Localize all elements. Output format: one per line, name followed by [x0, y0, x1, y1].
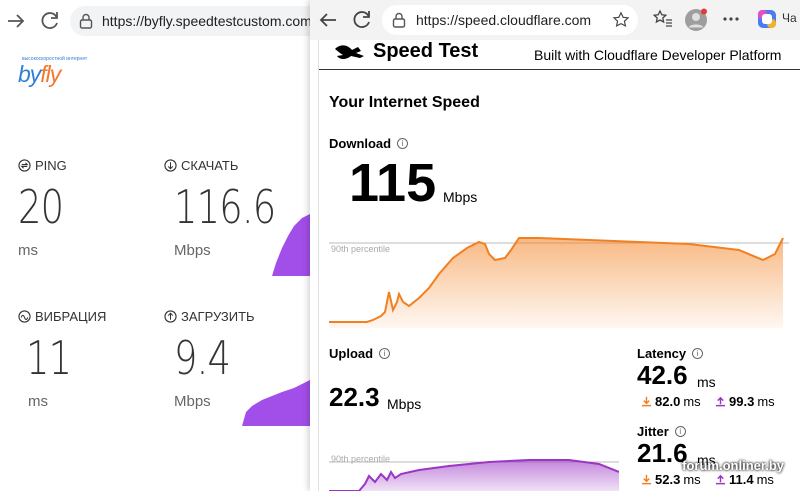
upload-mini-chart [242, 380, 310, 426]
copilot-icon[interactable] [756, 8, 778, 30]
left-address-bar[interactable]: https://byfly.speedtestcustom.com/ [70, 6, 310, 36]
latency-down-value: 82.0 [655, 394, 681, 409]
info-icon[interactable]: i [397, 138, 409, 149]
jitter-label-text: Jitter [637, 424, 669, 439]
download-label-text: Download [329, 136, 392, 151]
page-header: Speed Test Built with Cloudflare Develop… [319, 40, 800, 70]
favorites-icon[interactable] [652, 8, 674, 30]
jitter-label: Jitter i [637, 424, 686, 439]
forward-icon[interactable] [4, 9, 28, 33]
jitter-down-stat: 52.3 ms [641, 472, 701, 487]
download-unit: Mbps [174, 242, 211, 259]
jitter-label: ВИБРАЦИЯ [35, 309, 107, 324]
jitter-up-unit: ms [756, 472, 774, 487]
download-arrow-icon [641, 396, 652, 407]
reload-icon[interactable] [350, 8, 374, 32]
download-percentile-label: 90th percentile [331, 244, 390, 254]
site-info-icon[interactable] [79, 13, 93, 29]
jitter-unit: ms [28, 393, 48, 410]
jitter-up-value: 11.4 [729, 472, 754, 487]
jitter-down-unit: ms [683, 472, 701, 487]
section-title: Your Internet Speed [329, 94, 480, 111]
brand-subtitle[interactable]: Built with Cloudflare Developer Platform [534, 47, 781, 63]
upload-arrow-icon [715, 474, 726, 485]
download-icon [164, 159, 177, 172]
download-value: 115 [349, 153, 437, 213]
left-browser-window: https://byfly.speedtestcustom.com/ высок… [0, 0, 310, 491]
upload-area [329, 460, 619, 491]
info-icon[interactable]: i [379, 348, 391, 359]
cloudflare-page: Speed Test Built with Cloudflare Develop… [318, 40, 800, 491]
download-label: СКАЧАТЬ [181, 158, 239, 173]
upload-arrow-icon [715, 396, 726, 407]
ping-unit: ms [18, 242, 38, 259]
upload-value: 22.3 [329, 382, 380, 412]
ping-value: 20 [18, 180, 64, 234]
download-chart: 90th percentile [329, 237, 789, 328]
download-mini-chart [272, 214, 310, 276]
upload-percentile-label: 90th percentile [331, 454, 390, 464]
jitter-value: 21.6 [637, 438, 688, 468]
upload-chart: 90th percentile [329, 454, 619, 491]
upload-mini-area [242, 380, 310, 426]
watermark: forum.onliner.by [682, 458, 784, 473]
download-area [329, 238, 783, 328]
cloudflare-bird-logo-icon[interactable] [333, 42, 369, 62]
left-url-text: https://byfly.speedtestcustom.com/ [102, 13, 310, 29]
tab-label[interactable]: Ча [782, 11, 797, 25]
upload-label: ЗАГРУЗИТЬ [181, 309, 255, 324]
info-icon[interactable]: i [674, 426, 686, 437]
latency-up-unit: ms [757, 394, 775, 409]
ping-label: PING [35, 158, 67, 173]
logo-fly: fly [40, 61, 61, 87]
left-toolbar: https://byfly.speedtestcustom.com/ [0, 0, 310, 42]
latency-down-stat: 82.0 ms [641, 394, 701, 409]
right-browser-window: https://speed.cloudflare.com Ча Speed Te… [310, 0, 800, 491]
info-icon[interactable]: i [692, 348, 704, 359]
upload-unit: Mbps [174, 393, 211, 410]
upload-label-text: Upload [329, 346, 374, 361]
reload-icon[interactable] [38, 9, 62, 33]
site-info-icon[interactable] [392, 12, 406, 28]
latency-down-unit: ms [683, 394, 701, 409]
upload-value: 9.4 [174, 331, 231, 385]
download-mini-area [272, 214, 310, 276]
latency-label: Latency i [637, 346, 704, 361]
jitter-icon [18, 310, 31, 323]
jitter-value: 11 [26, 331, 72, 385]
download-unit: Mbps [443, 189, 478, 205]
download-label: Download i [329, 136, 409, 151]
more-menu-icon[interactable] [720, 8, 742, 30]
latency-up-value: 99.3 [729, 394, 755, 409]
download-arrow-icon [641, 474, 652, 485]
back-icon[interactable] [316, 8, 340, 32]
download-value: 116.6 [174, 180, 276, 234]
latency-unit: ms [697, 374, 716, 390]
latency-label-text: Latency [637, 346, 687, 361]
favorite-star-icon[interactable] [612, 11, 630, 29]
right-toolbar: https://speed.cloudflare.com Ча [310, 0, 800, 40]
jitter-down-value: 52.3 [655, 472, 681, 487]
jitter-up-stat: 11.4 ms [715, 472, 774, 487]
profile-avatar-icon[interactable] [684, 8, 708, 32]
logo-by: by [18, 61, 41, 87]
right-url-text: https://speed.cloudflare.com [416, 12, 592, 28]
byfly-logo[interactable]: высокоскоростной интернет byfly [18, 56, 87, 88]
brand-title: Speed Test [373, 40, 479, 62]
latency-up-stat: 99.3 ms [715, 394, 775, 409]
upload-label: Upload i [329, 346, 391, 361]
latency-value: 42.6 [637, 360, 688, 390]
upload-unit: Mbps [387, 396, 422, 412]
upload-icon [164, 310, 177, 323]
ping-icon [18, 159, 31, 172]
right-address-bar[interactable]: https://speed.cloudflare.com [382, 5, 638, 35]
